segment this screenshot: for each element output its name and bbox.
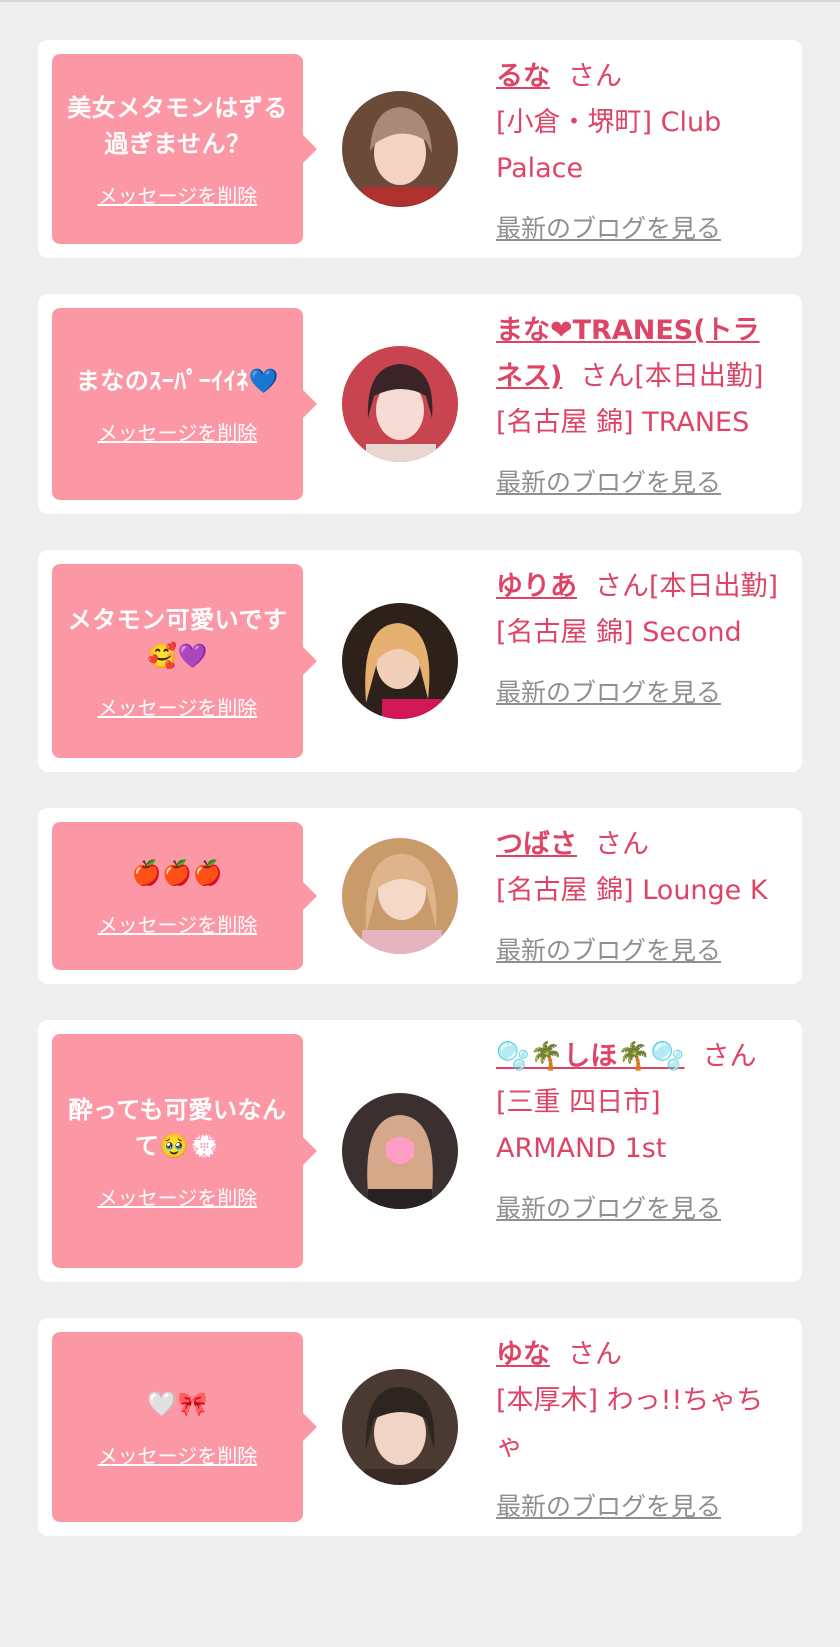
- message-text: 🤍🎀: [147, 1389, 208, 1418]
- message-bubble: メタモン可愛いです🥰💜 メッセージを削除: [52, 564, 317, 758]
- host-info: つばさ さん [名古屋 錦] Lounge K 最新のブログを見る: [496, 822, 784, 974]
- message-card: メタモン可愛いです🥰💜 メッセージを削除 ゆりあ さん[本日出勤] [名古屋 錦]…: [38, 550, 802, 772]
- shop-location: [本厚木] わっ!!ちゃちゃ: [496, 1385, 764, 1462]
- host-info: るな さん [小倉・堺町] Club Palace 最新のブログを見る: [496, 54, 784, 252]
- shop-location: [名古屋 錦] Lounge K: [496, 875, 768, 906]
- avatar[interactable]: [342, 91, 458, 207]
- latest-blog-link[interactable]: 最新のブログを見る: [496, 460, 784, 506]
- message-card: 酔っても可愛いなんて🥹💮 メッセージを削除 🫧🌴しほ🌴🫧 さん [三重 四日市] …: [38, 1020, 802, 1282]
- host-info: 🫧🌴しほ🌴🫧 さん [三重 四日市] ARMAND 1st 最新のブログを見る: [496, 1034, 784, 1232]
- delete-message-link[interactable]: メッセージを削除: [98, 1182, 258, 1211]
- latest-blog-link[interactable]: 最新のブログを見る: [496, 670, 784, 716]
- message-card: まなのｽｰﾊﾟｰｲｲﾈ💙 メッセージを削除 まな❤TRANES(トラネス) さん[…: [38, 294, 802, 514]
- honorific: さん: [568, 1339, 622, 1370]
- host-name-link[interactable]: ゆりあ: [496, 571, 577, 602]
- host-name-link[interactable]: るな: [496, 61, 550, 92]
- message-text: メタモン可愛いです🥰💜: [67, 605, 288, 670]
- message-bubble: 美女メタモンはずる過ぎません？ メッセージを削除: [52, 54, 317, 244]
- message-text: 🍎🍎🍎: [131, 858, 224, 887]
- top-divider: [0, 0, 840, 2]
- message-bubble: 酔っても可愛いなんて🥹💮 メッセージを削除: [52, 1034, 317, 1268]
- avatar[interactable]: [342, 346, 458, 462]
- delete-message-link[interactable]: メッセージを削除: [98, 692, 258, 721]
- host-info: まな❤TRANES(トラネス) さん[本日出勤] [名古屋 錦] TRANES 最…: [496, 308, 784, 506]
- shop-location: [三重 四日市] ARMAND 1st: [496, 1087, 667, 1164]
- message-bubble: 🤍🎀 メッセージを削除: [52, 1332, 317, 1522]
- honorific: さん[本日出勤]: [580, 361, 764, 392]
- message-text: 美女メタモンはずる過ぎません？: [67, 93, 288, 158]
- message-text: 酔っても可愛いなんて🥹💮: [68, 1095, 287, 1160]
- avatar[interactable]: [342, 838, 458, 954]
- delete-message-link[interactable]: メッセージを削除: [98, 1440, 258, 1469]
- shop-location: [名古屋 錦] Second: [496, 617, 742, 648]
- host-info: ゆな さん [本厚木] わっ!!ちゃちゃ 最新のブログを見る: [496, 1332, 784, 1530]
- latest-blog-link[interactable]: 最新のブログを見る: [496, 1484, 784, 1530]
- host-name-link[interactable]: 🫧🌴しほ🌴🫧: [496, 1041, 684, 1072]
- avatar[interactable]: [342, 603, 458, 719]
- delete-message-link[interactable]: メッセージを削除: [98, 180, 258, 209]
- honorific: さん: [568, 61, 622, 92]
- honorific: さん: [702, 1041, 757, 1072]
- message-bubble: 🍎🍎🍎 メッセージを削除: [52, 822, 317, 970]
- latest-blog-link[interactable]: 最新のブログを見る: [496, 206, 784, 252]
- delete-message-link[interactable]: メッセージを削除: [98, 417, 258, 446]
- host-name-link[interactable]: つばさ: [496, 829, 577, 860]
- message-text: まなのｽｰﾊﾟｰｲｲﾈ💙: [75, 366, 280, 395]
- host-info: ゆりあ さん[本日出勤] [名古屋 錦] Second 最新のブログを見る: [496, 564, 784, 716]
- honorific: さん[本日出勤]: [595, 571, 779, 602]
- avatar[interactable]: [342, 1369, 458, 1485]
- host-name-link[interactable]: ゆな: [496, 1339, 550, 1370]
- honorific: さん: [595, 829, 649, 860]
- message-card: 美女メタモンはずる過ぎません？ メッセージを削除 るな さん [小倉・堺町] Cl…: [38, 40, 802, 258]
- latest-blog-link[interactable]: 最新のブログを見る: [496, 1186, 784, 1232]
- avatar[interactable]: [342, 1093, 458, 1209]
- message-card: 🍎🍎🍎 メッセージを削除 つばさ さん [名古屋 錦] Lounge K 最新のブ…: [38, 808, 802, 984]
- delete-message-link[interactable]: メッセージを削除: [98, 909, 258, 938]
- message-bubble: まなのｽｰﾊﾟｰｲｲﾈ💙 メッセージを削除: [52, 308, 317, 500]
- shop-location: [名古屋 錦] TRANES: [496, 407, 750, 438]
- latest-blog-link[interactable]: 最新のブログを見る: [496, 928, 784, 974]
- message-card: 🤍🎀 メッセージを削除 ゆな さん [本厚木] わっ!!ちゃちゃ 最新のブログを見…: [38, 1318, 802, 1536]
- shop-location: [小倉・堺町] Club Palace: [496, 107, 722, 184]
